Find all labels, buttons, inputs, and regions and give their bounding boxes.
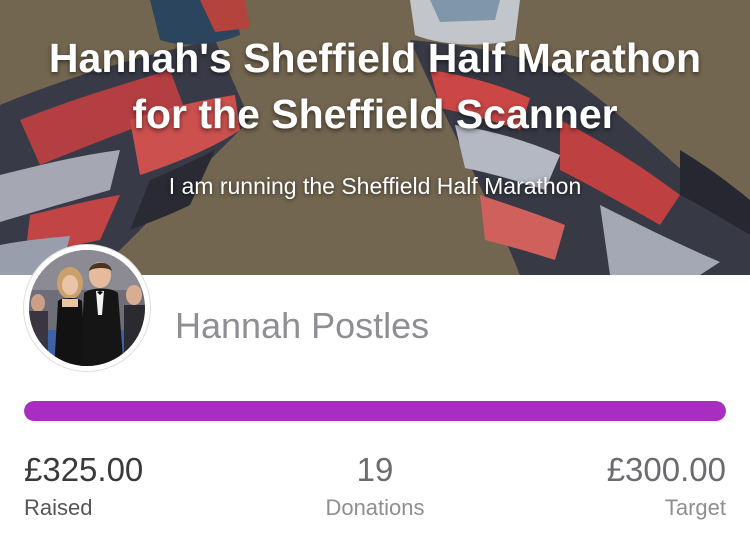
raised-amount: £325.00 <box>24 451 144 488</box>
fundraising-progress-bar <box>24 401 726 421</box>
target-label: Target <box>664 495 726 520</box>
target-amount: £300.00 <box>606 451 726 488</box>
page-subtitle: I am running the Sheffield Half Marathon <box>168 173 582 199</box>
hero-banner: Hannah's Sheffield Half Marathon for the… <box>0 0 750 275</box>
donations-label: Donations <box>325 495 425 520</box>
progress-fill <box>24 401 726 421</box>
raised-label: Raised <box>24 495 93 520</box>
fundraising-page: Hannah's Sheffield Half Marathon for the… <box>0 0 750 554</box>
avatar[interactable] <box>24 245 150 371</box>
stat-target: £300.00 Target <box>526 450 726 523</box>
stat-raised: £325.00 Raised <box>24 450 224 523</box>
avatar-photo <box>25 246 149 370</box>
fundraiser-name: Hannah Postles <box>175 305 430 346</box>
stat-donations[interactable]: 19 Donations <box>275 450 475 523</box>
donations-count: 19 <box>356 451 394 488</box>
page-title: Hannah's Sheffield Half Marathon for the… <box>48 35 702 137</box>
